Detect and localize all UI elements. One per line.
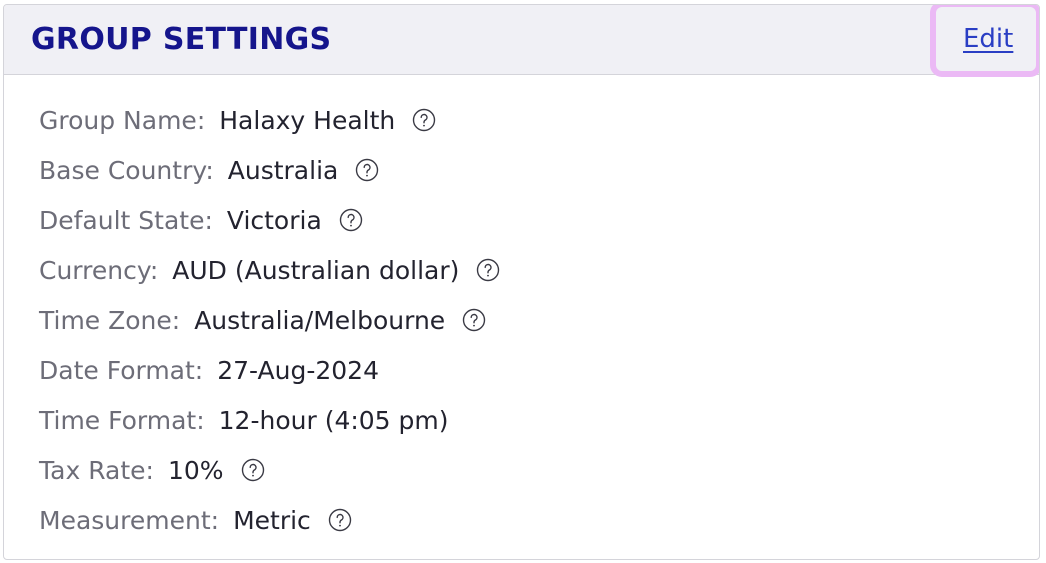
panel-header: GROUP SETTINGS Edit (4, 5, 1039, 77)
setting-row-base-country: Base Country: Australia (39, 145, 501, 195)
question-circle-icon[interactable] (354, 157, 380, 183)
setting-label: Date Format: (39, 355, 204, 385)
setting-row-currency: Currency: AUD (Australian dollar) (39, 245, 501, 295)
setting-row-tax-rate: Tax Rate: 10% (39, 445, 501, 495)
panel-title: GROUP SETTINGS (31, 22, 332, 57)
setting-row-time-zone: Time Zone: Australia/Melbourne (39, 295, 501, 345)
setting-label: Group Name: (39, 105, 206, 135)
question-circle-icon[interactable] (411, 107, 437, 133)
setting-value: 27-Aug-2024 (217, 355, 379, 385)
setting-label: Time Format: (39, 405, 205, 435)
question-circle-icon[interactable] (338, 207, 364, 233)
setting-row-time-format: Time Format: 12-hour (4:05 pm) (39, 395, 501, 445)
setting-value: Metric (233, 505, 311, 535)
setting-label: Currency: (39, 255, 159, 285)
setting-row-default-state: Default State: Victoria (39, 195, 501, 245)
setting-label: Tax Rate: (39, 455, 154, 485)
setting-value: 12-hour (4:05 pm) (218, 405, 449, 435)
group-settings-panel: GROUP SETTINGS Edit Group Name: Halaxy H… (3, 4, 1040, 560)
question-circle-icon[interactable] (461, 307, 487, 333)
setting-row-measurement: Measurement: Metric (39, 495, 501, 545)
setting-value: AUD (Australian dollar) (172, 255, 460, 285)
setting-value: Australia/Melbourne (194, 305, 446, 335)
setting-label: Default State: (39, 205, 213, 235)
setting-label: Time Zone: (39, 305, 181, 335)
question-circle-icon[interactable] (475, 257, 501, 283)
setting-label: Base Country: (39, 155, 214, 185)
question-circle-icon[interactable] (327, 507, 353, 533)
setting-value: 10% (167, 455, 224, 485)
setting-row-date-format: Date Format: 27-Aug-2024 (39, 345, 501, 395)
setting-row-group-name: Group Name: Halaxy Health (39, 95, 501, 145)
question-circle-icon[interactable] (240, 457, 266, 483)
setting-value: Victoria (226, 205, 322, 235)
edit-link[interactable]: Edit (963, 23, 1013, 55)
setting-value: Halaxy Health (219, 105, 396, 135)
setting-label: Measurement: (39, 505, 220, 535)
setting-value: Australia (227, 155, 339, 185)
settings-list: Group Name: Halaxy Health Base Country: … (39, 95, 501, 545)
